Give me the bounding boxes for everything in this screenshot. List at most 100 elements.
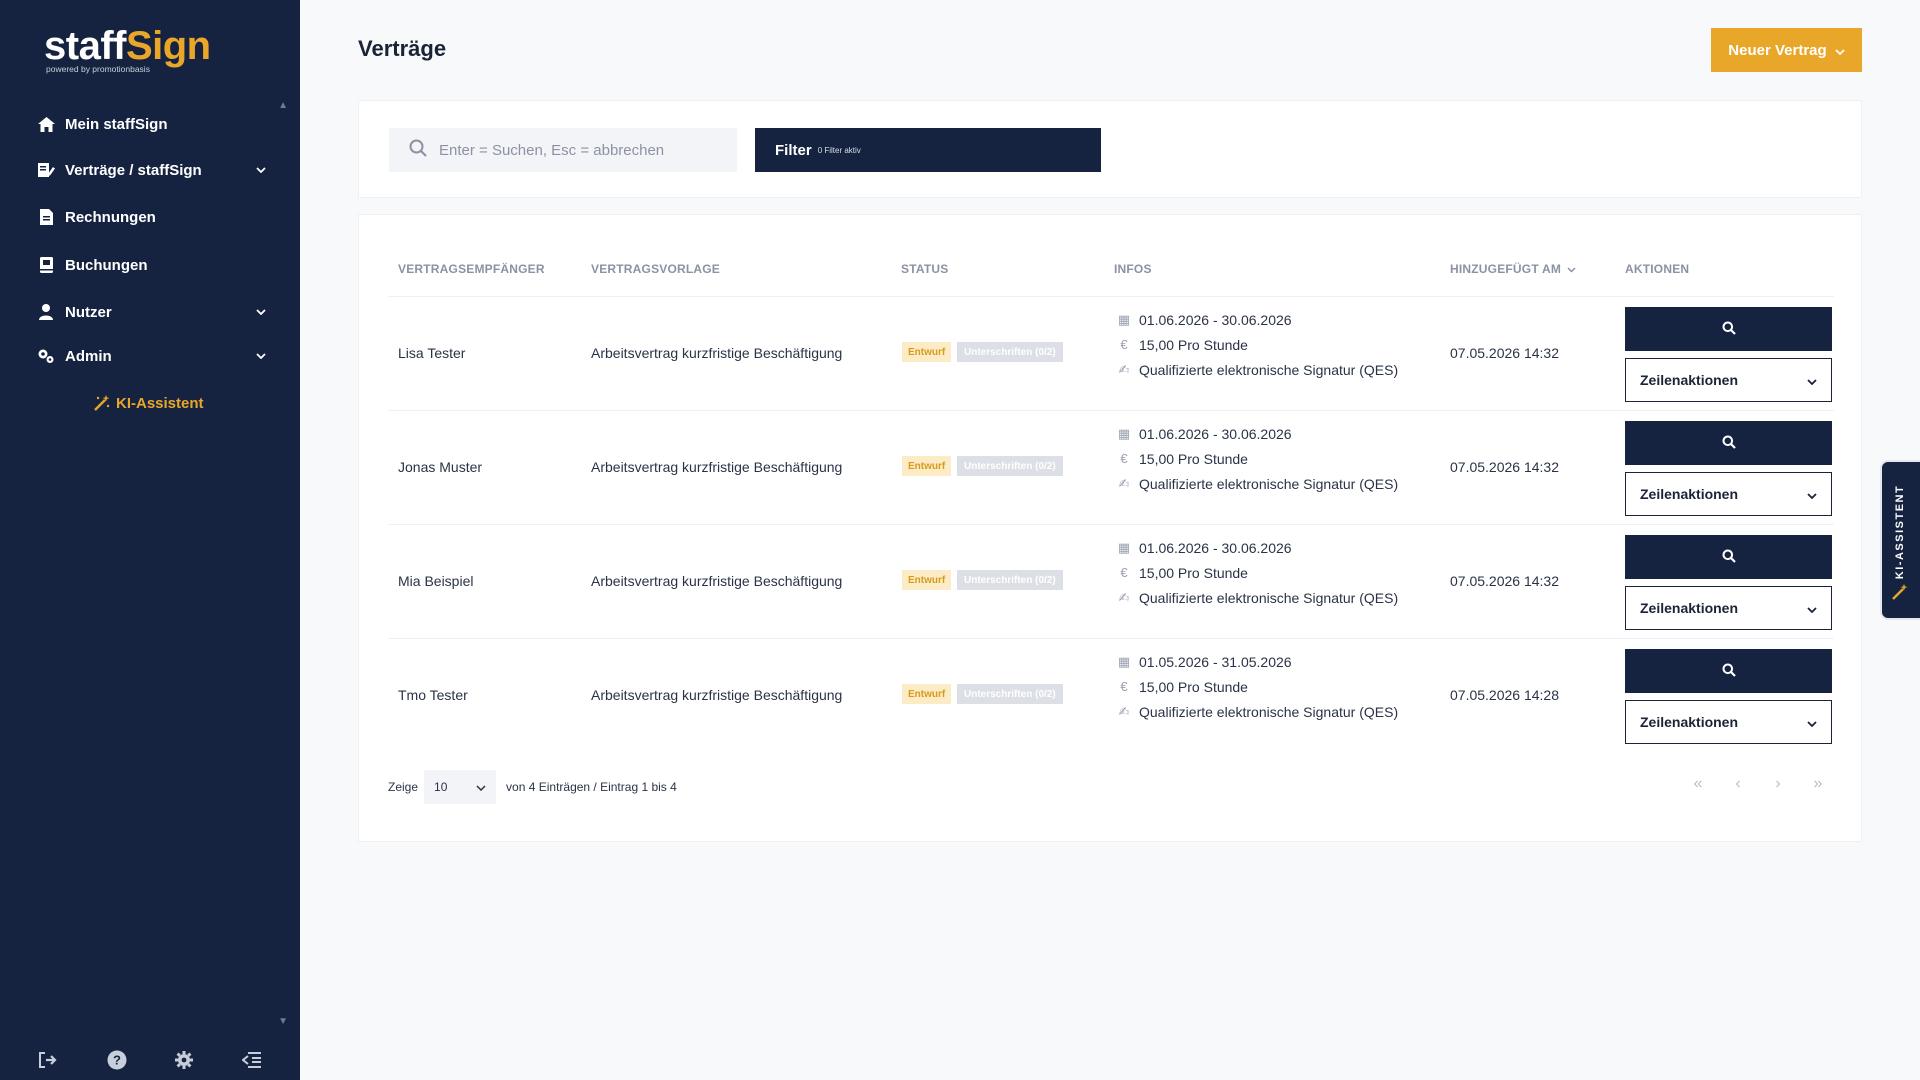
search-box[interactable] — [389, 128, 737, 172]
staffsign-logo[interactable]: staffSign powered by promotionbasis — [44, 24, 211, 74]
sidebar-scroll-up-icon[interactable]: ▲ — [278, 100, 288, 111]
calendar-icon: ▦ — [1117, 311, 1131, 327]
contract-rate: 15,00 Pro Stunde — [1139, 564, 1248, 581]
new-contract-label: Neuer Vertrag — [1728, 41, 1827, 59]
sidebar-item-rechnungen[interactable]: Rechnungen — [36, 202, 268, 232]
table-row[interactable]: Tmo Tester Arbeitsvertrag kurzfristige B… — [388, 638, 1834, 752]
search-icon — [1722, 549, 1736, 566]
status-badge-draft: Entwurf — [902, 342, 952, 362]
view-contract-button[interactable] — [1625, 649, 1832, 693]
column-header-actions: AKTIONEN — [1625, 262, 1690, 276]
chevron-down-icon[interactable] — [254, 349, 268, 363]
row-actions-select[interactable]: Zeilenaktionen — [1625, 700, 1832, 744]
contract-edit-icon — [36, 160, 56, 180]
sidebar-item-vertraege[interactable]: Verträge / staffSign — [36, 155, 268, 185]
chevron-down-icon — [1835, 42, 1845, 59]
page-size-select[interactable]: 10 — [424, 770, 497, 804]
chevron-down-icon — [1807, 486, 1817, 502]
sidebar-item-label: Buchungen — [65, 256, 148, 274]
sidebar-item-mein-staffsign[interactable]: Mein staffSign — [36, 109, 268, 139]
page-size-value: 10 — [434, 780, 448, 794]
chevron-down-icon[interactable] — [254, 305, 268, 319]
signature-type: Qualifizierte elektronische Signatur (QE… — [1139, 475, 1399, 492]
signature-icon: ✍ — [1118, 589, 1130, 605]
column-header-added[interactable]: HINZUGEFÜGT AM — [1450, 262, 1576, 276]
entries-summary: von 4 Einträgen / Eintrag 1 bis 4 — [506, 780, 677, 794]
added-date-cell: 07.05.2026 14:32 — [1450, 573, 1559, 589]
contract-rate: 15,00 Pro Stunde — [1139, 450, 1248, 467]
view-contract-button[interactable] — [1625, 535, 1832, 579]
signature-icon: ✍ — [1118, 703, 1130, 719]
table-row[interactable]: Lisa Tester Arbeitsvertrag kurzfristige … — [388, 296, 1834, 410]
filter-button[interactable]: Filter 0 Filter aktiv — [755, 128, 1101, 172]
contract-period: 01.05.2026 - 31.05.2026 — [1139, 653, 1292, 670]
sidebar-item-label: Nutzer — [65, 303, 112, 321]
status-badge-signatures: Unterschriften (0/2) — [957, 342, 1063, 362]
chevron-down-icon[interactable] — [254, 163, 268, 177]
column-header-status[interactable]: STATUS — [901, 262, 948, 276]
sidebar: staffSign powered by promotionbasis ▲ Me… — [0, 0, 300, 1080]
sidebar-item-label: Admin — [65, 347, 112, 365]
logout-icon[interactable] — [38, 1052, 58, 1068]
user-icon — [36, 302, 56, 322]
template-cell: Arbeitsvertrag kurzfristige Beschäftigun… — [591, 573, 843, 589]
row-actions-select[interactable]: Zeilenaktionen — [1625, 472, 1832, 516]
last-page-button[interactable]: » — [1811, 775, 1825, 793]
column-header-added-label: HINZUGEFÜGT AM — [1450, 262, 1562, 276]
euro-icon: € — [1120, 565, 1128, 580]
filter-active-count: 0 Filter aktiv — [817, 145, 861, 155]
ki-assistant-tab[interactable]: KI-ASSISTENT — [1880, 460, 1920, 620]
logo-text-sign: Sign — [125, 24, 211, 68]
table-row[interactable]: Jonas Muster Arbeitsvertrag kurzfristige… — [388, 410, 1834, 524]
sidebar-item-label: Mein staffSign — [65, 115, 168, 133]
view-contract-button[interactable] — [1625, 421, 1832, 465]
column-header-template[interactable]: VERTRAGSVORLAGE — [591, 262, 720, 276]
contracts-table: VERTRAGSEMPFÄNGER VERTRAGSVORLAGE STATUS… — [358, 214, 1862, 842]
view-contract-button[interactable] — [1625, 307, 1832, 351]
status-badge-signatures: Unterschriften (0/2) — [957, 684, 1063, 704]
added-date-cell: 07.05.2026 14:32 — [1450, 345, 1559, 361]
sidebar-item-label: Rechnungen — [65, 208, 156, 226]
sidebar-item-ki-assistent[interactable]: KI-Assistent — [94, 388, 204, 418]
settings-icon[interactable] — [175, 1051, 194, 1069]
magic-wand-icon — [94, 395, 110, 411]
chevron-down-icon — [1807, 372, 1817, 388]
help-icon[interactable]: ? — [107, 1050, 127, 1070]
sidebar-item-admin[interactable]: Admin — [36, 341, 268, 371]
sort-desc-icon — [1567, 262, 1576, 276]
sidebar-bottom-toolbar: ? — [0, 1040, 300, 1080]
column-header-recipient[interactable]: VERTRAGSEMPFÄNGER — [398, 262, 545, 276]
sidebar-item-buchungen[interactable]: Buchungen — [36, 250, 268, 280]
row-actions-select[interactable]: Zeilenaktionen — [1625, 358, 1832, 402]
euro-icon: € — [1120, 679, 1128, 694]
template-cell: Arbeitsvertrag kurzfristige Beschäftigun… — [591, 459, 843, 475]
chevron-down-icon — [1807, 714, 1817, 730]
magic-wand-icon — [1892, 584, 1908, 600]
next-page-button[interactable]: › — [1771, 775, 1785, 793]
euro-icon: € — [1120, 337, 1128, 352]
calendar-icon: ▦ — [1117, 653, 1131, 669]
column-header-infos[interactable]: INFOS — [1114, 262, 1152, 276]
logo-text-staff: staff — [44, 24, 126, 68]
first-page-button[interactable]: « — [1691, 775, 1705, 793]
sidebar-item-nutzer[interactable]: Nutzer — [36, 297, 268, 327]
page-size-label: Zeige — [388, 780, 419, 794]
search-icon — [1722, 321, 1736, 338]
search-input[interactable] — [439, 141, 719, 159]
added-date-cell: 07.05.2026 14:28 — [1450, 687, 1559, 703]
signature-icon: ✍ — [1118, 361, 1130, 377]
signature-type: Qualifizierte elektronische Signatur (QE… — [1139, 361, 1399, 378]
search-card: Filter 0 Filter aktiv — [358, 100, 1862, 198]
infos-cell: ▦ 01.06.2026 - 30.06.2026 €15,00 Pro Stun… — [1117, 535, 1398, 610]
previous-page-button[interactable]: ‹ — [1731, 775, 1745, 793]
collapse-menu-icon[interactable] — [241, 1052, 262, 1068]
row-actions-label: Zeilenaktionen — [1640, 486, 1739, 502]
sidebar-scroll-down-icon[interactable]: ▼ — [278, 1016, 288, 1027]
new-contract-button[interactable]: Neuer Vertrag — [1711, 28, 1862, 72]
table-row[interactable]: Mia Beispiel Arbeitsvertrag kurzfristige… — [388, 524, 1834, 638]
page-title: Verträge — [358, 36, 447, 61]
row-actions-select[interactable]: Zeilenaktionen — [1625, 586, 1832, 630]
signature-icon: ✍ — [1118, 475, 1130, 491]
added-date-cell: 07.05.2026 14:32 — [1450, 459, 1559, 475]
calendar-icon: ▦ — [1117, 425, 1131, 441]
